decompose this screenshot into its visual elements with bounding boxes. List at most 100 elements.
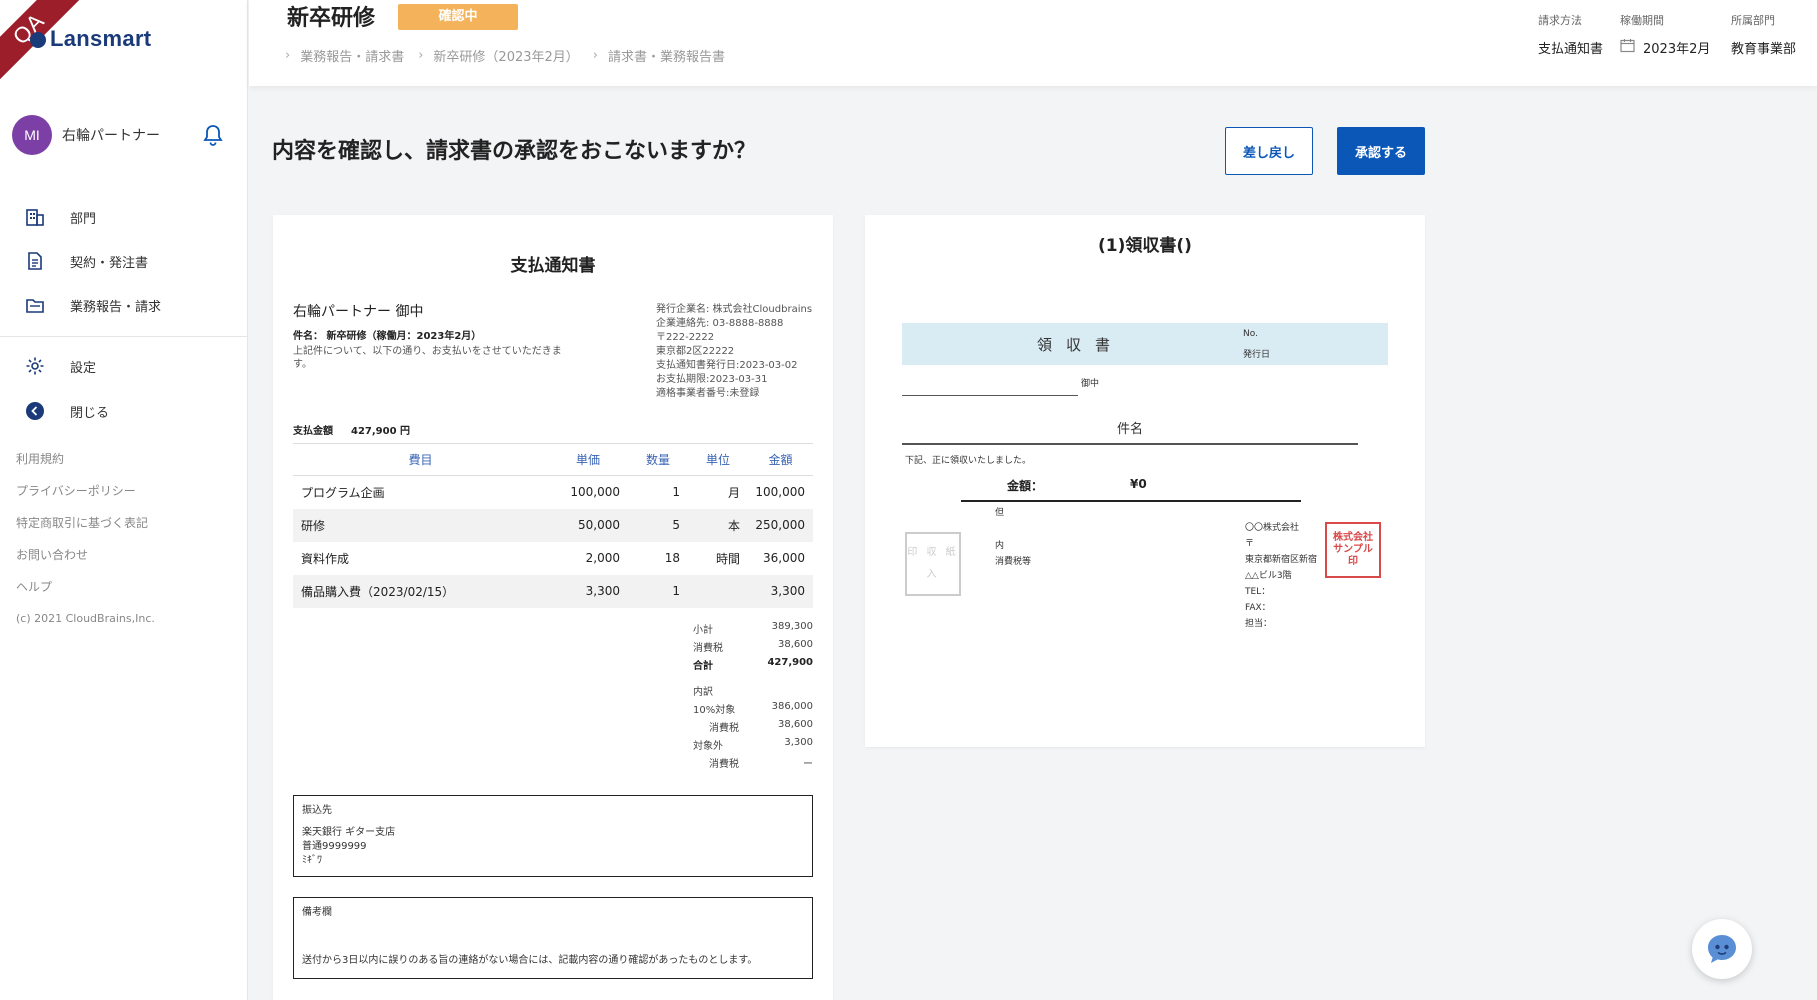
sidebar-item-contracts[interactable]: 契約・発注書 [24, 246, 224, 276]
cell-unit: 本 [688, 508, 748, 542]
remarks-text: 送付から3日以内に誤りのある旨の連絡がない場合には、記載内容の通り確認があったも… [302, 955, 758, 966]
sidebar-item-settings[interactable]: 設定 [24, 351, 224, 381]
breadcrumb-item[interactable]: 業務報告・請求書 [300, 46, 404, 65]
cell-qty: 5 [628, 508, 688, 542]
confirm-question: 内容を確認し、請求書の承認をおこないますか？ [272, 139, 757, 164]
cell-price: 100,000 [570, 485, 620, 500]
subtotal-label: 小計 [693, 625, 713, 636]
issuer-line: お支払期限:2023-03-31 [656, 374, 768, 385]
cell-unit [688, 574, 748, 608]
sidebar-item-label: 設定 [70, 360, 97, 376]
page-title: 新卒研修 [287, 6, 376, 31]
column-header: 費目 [293, 443, 548, 476]
receipt-header: 領収書 No. 発行日 [902, 323, 1388, 365]
subtotal-value: 389,300 [771, 621, 813, 632]
sidebar-item-reports[interactable]: 業務報告・請求 [24, 290, 224, 320]
contact-link[interactable]: お問い合わせ [16, 546, 88, 563]
remarks-box: 備考欄 送付から3日以内に誤りのある旨の連絡がない場合には、記載内容の通り確認が… [293, 897, 813, 979]
cell-price: 2,000 [585, 551, 620, 565]
issuer-info: 発行企業名: 株式会社Cloudbrains 企業連絡先: 03-8888-88… [656, 303, 812, 401]
column-header: 数量 [628, 443, 688, 476]
department-label: 所属部門 [1731, 14, 1775, 27]
breakdown-label: 内 [995, 541, 1005, 551]
receipt-title: (1)領収書() [1098, 236, 1192, 256]
issuer-company: 〇〇株式会社 〒 東京都新宿区新宿 △△ビル3階 TEL： FAX： 担当： [1245, 520, 1317, 632]
department-value: 教育事業部 [1731, 42, 1797, 57]
exempt-value: 3,300 [784, 737, 813, 748]
notice-addressee: 右輪パートナー 御中 [293, 304, 424, 320]
terms-link[interactable]: 利用規約 [16, 450, 64, 467]
ten-percent-value: 386,000 [771, 701, 813, 712]
commerce-law-link[interactable]: 特定商取引に基づく表記 [16, 514, 148, 531]
cell-item: 資料作成 [301, 551, 350, 566]
send-back-button[interactable]: 差し戻し [1225, 127, 1313, 175]
company-line: 担当： [1245, 619, 1273, 629]
sidebar-item-close[interactable]: 閉じる [24, 396, 224, 426]
ten-percent-label: 10%対象 [693, 705, 736, 716]
company-line: TEL： [1245, 587, 1271, 597]
work-period-label: 稼働期間 [1620, 14, 1664, 27]
user-name: 右輪パートナー [62, 128, 160, 144]
cell-item: 備品購入費（2023/02/15） [293, 574, 548, 608]
cell-qty: 1 [628, 574, 688, 608]
bank-line: ﾐｷﾞﾜ [302, 855, 322, 866]
company-line: △△ビル3階 [1245, 571, 1292, 581]
issuer-line: 発行企業名: 株式会社Cloudbrains [656, 304, 813, 315]
total-value: 427,900 [767, 657, 813, 668]
remarks-heading: 備考欄 [302, 907, 332, 918]
divider [0, 336, 248, 337]
notice-intro: 上記件について、以下の通り、お支払いをさせていただきます。 [293, 346, 562, 370]
bank-heading: 振込先 [302, 805, 332, 816]
sidebar-item-department[interactable]: 部門 [24, 202, 224, 232]
breakdown-label: 内訳 [693, 687, 713, 698]
exempt-label: 対象外 [693, 741, 723, 752]
ten-percent-tax-label: 消費税 [709, 723, 739, 734]
copyright: (c) 2021 CloudBrains,Inc. [16, 612, 155, 625]
avatar[interactable]: MI [12, 115, 52, 155]
folder-icon [24, 294, 46, 316]
breadcrumb-item[interactable]: 新卒研修（2023年2月） [433, 46, 578, 65]
received-statement: 下記、正に領収いたしました。 [905, 456, 1032, 466]
receipt-document: (1)領収書() 領収書 No. 発行日 御中 件名 下記、正に領収いたしました… [865, 215, 1425, 747]
breadcrumb-item[interactable]: 請求書・業務報告書 [608, 46, 725, 65]
user-profile[interactable]: MI 右輪パートナー [12, 115, 236, 155]
summary-row: 消費税 ー [693, 755, 813, 773]
company-line: 〒 [1245, 539, 1255, 549]
status-badge: 確認中 [398, 4, 518, 30]
cell-qty: 1 [672, 485, 680, 500]
tax-note: 消費税等 [995, 557, 1032, 567]
gear-icon [24, 355, 46, 377]
table-row: 備品購入費（2023/02/15） 3,300 1 3,300 [293, 574, 813, 608]
company-line: FAX： [1245, 603, 1271, 613]
cell-amount: 3,300 [748, 574, 813, 608]
bank-transfer-box: 振込先 楽天銀行 ギター支店 普通9999999 ﾐｷﾞﾜ [293, 795, 813, 877]
payment-amount-label: 支払金額 [293, 426, 333, 437]
amount-value: ¥0 [1130, 477, 1147, 491]
amount-line [961, 500, 1301, 502]
company-line: 〇〇株式会社 [1245, 523, 1300, 533]
privacy-policy-link[interactable]: プライバシーポリシー [16, 482, 136, 499]
amount-label: 金額： [1007, 479, 1044, 493]
page-header: 新卒研修 確認中 › 業務報告・請求書 › 新卒研修（2023年2月） › 請求… [249, 0, 1817, 86]
column-header: 単価 [548, 443, 628, 476]
tax-label: 消費税 [693, 643, 723, 654]
calendar-icon [1620, 38, 1635, 57]
approve-button[interactable]: 承認する [1337, 127, 1425, 175]
summary-row: 合計 427,900 [693, 657, 813, 675]
help-link[interactable]: ヘルプ [16, 578, 52, 595]
arrow-left-circle-icon [24, 400, 46, 422]
cell-item: 研修 [293, 508, 548, 542]
brand-logo[interactable]: Lansmart [50, 26, 151, 52]
sidebar-item-label: 契約・発注書 [70, 255, 149, 271]
chat-bot-button[interactable] [1692, 919, 1752, 979]
payment-notice-document: 支払通知書 右輪パートナー 御中 件名： 新卒研修（稼働月：2023年2月） 上… [273, 215, 833, 1000]
work-period-text: 2023年2月 [1643, 42, 1711, 57]
payment-amount: 支払金額 427,900 円 [293, 422, 410, 437]
bell-icon[interactable] [202, 123, 224, 147]
ten-percent-tax-value: 38,600 [778, 719, 813, 730]
sidebar-item-label: 部門 [70, 211, 97, 227]
bank-line: 普通9999999 [302, 841, 367, 852]
chevron-right-icon: › [592, 48, 598, 63]
total-label: 合計 [693, 661, 713, 672]
revenue-stamp-box: 印 収 紙 入 [905, 532, 961, 596]
